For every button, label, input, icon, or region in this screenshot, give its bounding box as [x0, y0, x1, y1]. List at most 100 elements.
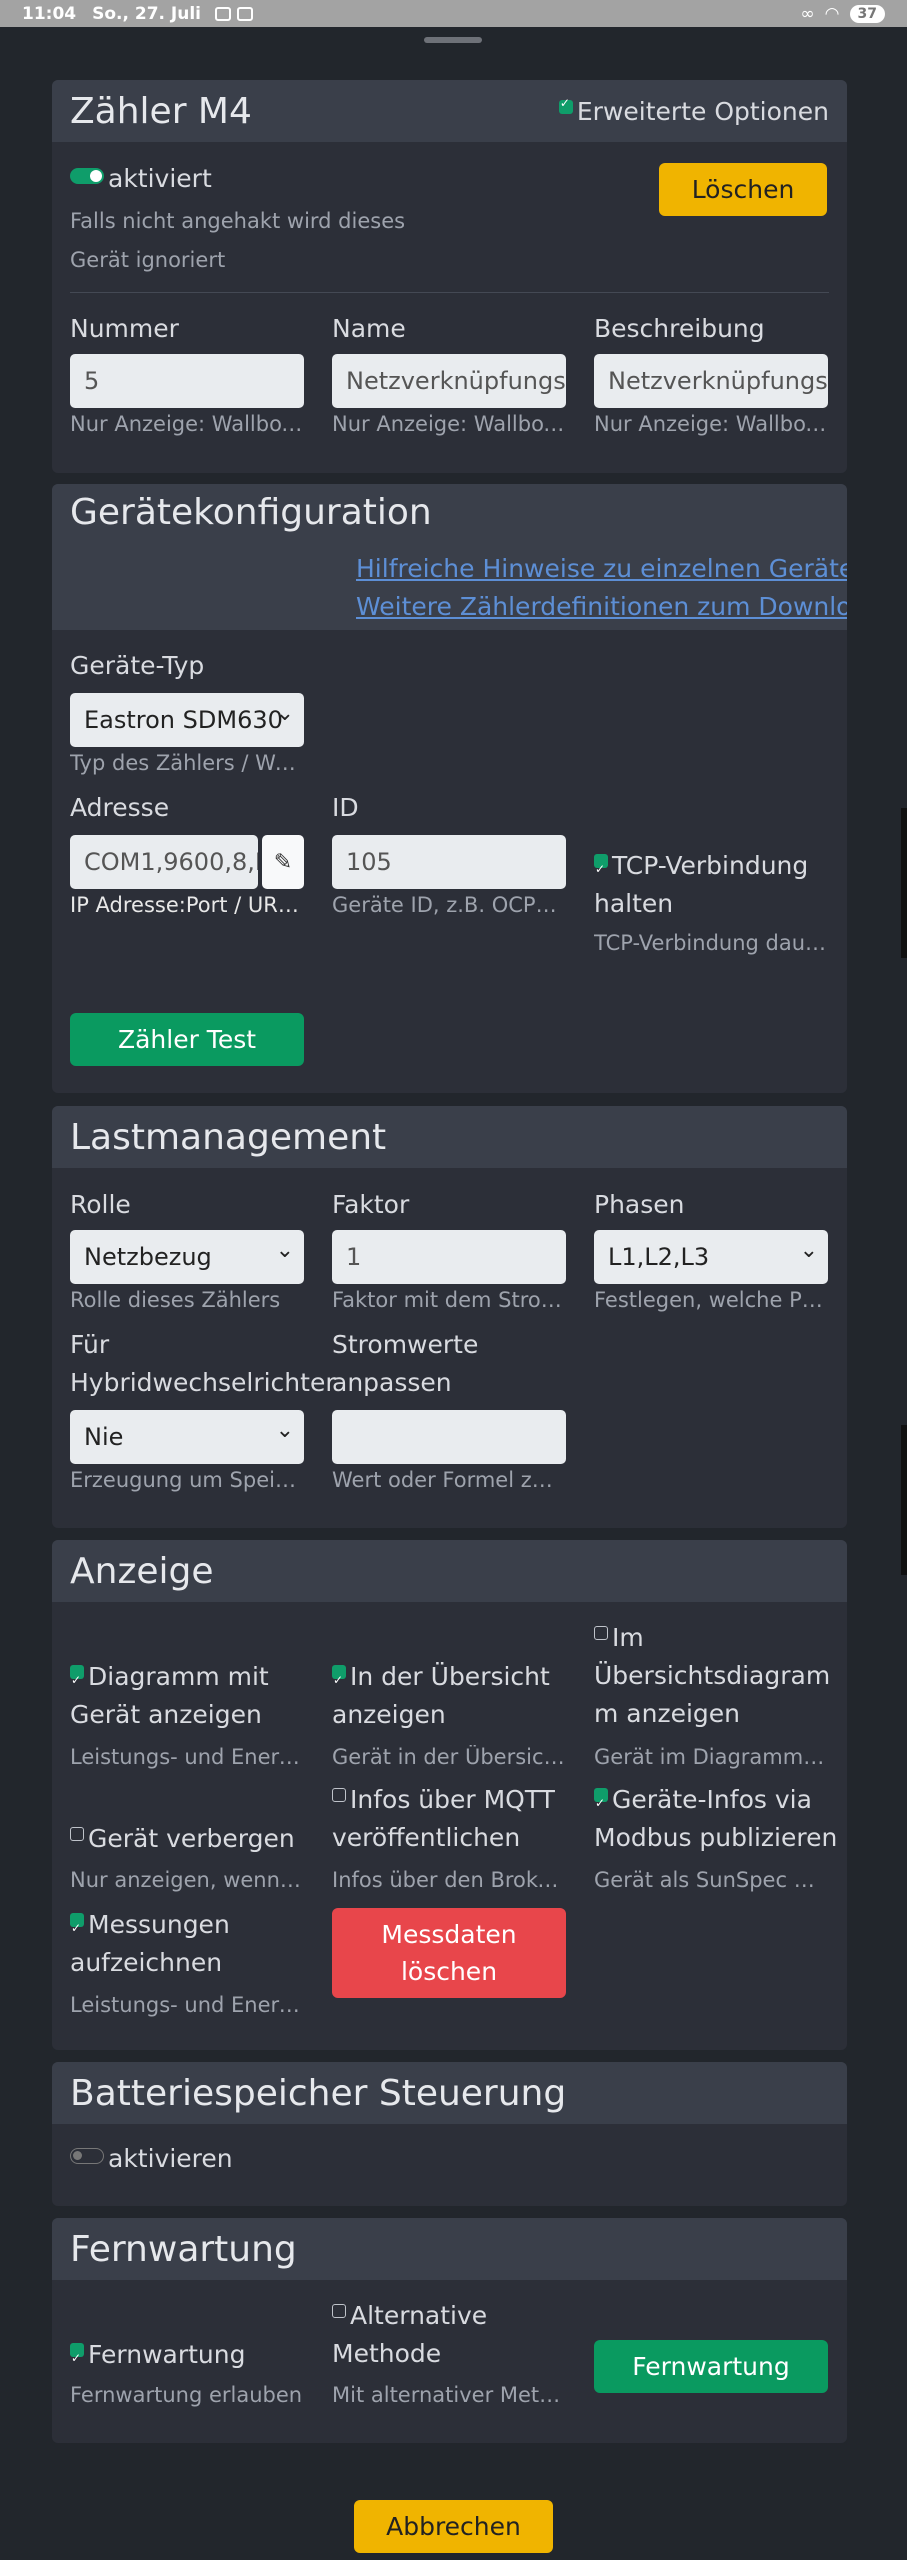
enabled-toggle[interactable]	[70, 168, 104, 184]
number-label: Nummer	[70, 314, 179, 343]
checkbox-icon	[332, 1788, 346, 1802]
adjust-current-hint: Wert oder Formel zur Anpassung	[332, 1468, 566, 1492]
sheet-drag-handle[interactable]	[424, 37, 482, 43]
id-label: ID	[332, 793, 359, 822]
device-config-header: Gerätekonfiguration Hilfreiche Hinweise …	[52, 484, 847, 630]
adjust-current-label: Stromwerte anpassen	[332, 1330, 479, 1397]
divider	[70, 292, 829, 293]
downloads-link[interactable]: Weitere Zählerdefinitionen zum Download	[356, 592, 847, 621]
display-card: Anzeige Diagramm mit Gerät anzeigen Leis…	[52, 1540, 847, 2050]
wifi-icon: ◠	[824, 3, 840, 24]
diagram-checkbox[interactable]: Diagramm mit Gerät anzeigen	[70, 1658, 269, 1734]
scroll-indicator	[901, 1425, 907, 1575]
name-label: Name	[332, 314, 406, 343]
remote-maintenance-checkbox[interactable]: Fernwartung	[70, 2336, 245, 2377]
phases-hint: Festlegen, welche Phasen genutzt werden	[594, 1288, 828, 1312]
checkbox-icon	[332, 1661, 346, 1699]
checkbox-icon	[70, 1827, 84, 1841]
counter-title: Zähler M4	[70, 90, 252, 132]
device-type-label: Geräte-Typ	[70, 651, 205, 680]
hints-link[interactable]: Hilfreiche Hinweise zu einzelnen Geräten	[356, 554, 847, 583]
load-management-card: Lastmanagement Rolle Netzbezug Rolle die…	[52, 1106, 847, 1528]
role-select[interactable]: Netzbezug	[70, 1230, 304, 1284]
alternative-method-hint: Mit alternativer Methode verbinden	[332, 2383, 566, 2407]
battery-storage-header: Batteriespeicher Steuerung	[52, 2062, 847, 2124]
counter-test-button[interactable]: Zähler Test	[70, 1013, 304, 1066]
factor-input[interactable]: 1	[332, 1230, 566, 1284]
checkbox-icon	[332, 2304, 346, 2318]
hide-device-checkbox[interactable]: Gerät verbergen	[70, 1820, 295, 1858]
device-type-select[interactable]: Eastron SDM630	[70, 693, 304, 747]
name-hint: Nur Anzeige: Wallbox Name	[332, 412, 566, 436]
checkbox-icon	[594, 850, 608, 888]
pencil-icon: ✎	[273, 849, 293, 875]
checkbox-icon	[594, 1626, 608, 1640]
cancel-button[interactable]: Abbrechen	[354, 2500, 553, 2553]
delete-button[interactable]: Löschen	[659, 163, 827, 216]
clock: 11:04	[22, 3, 77, 24]
device-type-hint: Typ des Zählers / Wechselrichters	[70, 751, 304, 775]
display-header: Anzeige	[52, 1540, 847, 1602]
advanced-options-checkbox[interactable]: Erweiterte Optionen	[558, 96, 829, 126]
number-input[interactable]: 5	[70, 354, 304, 408]
checkbox-icon	[70, 1909, 84, 1947]
battery-indicator: 37	[849, 4, 885, 23]
notification-icon	[237, 6, 253, 21]
delete-measurements-button[interactable]: Messdaten löschen	[332, 1908, 566, 1998]
remote-maintenance-button[interactable]: Fernwartung	[594, 2340, 828, 2393]
checkbox-icon	[594, 1784, 608, 1822]
device-config-card: Gerätekonfiguration Hilfreiche Hinweise …	[52, 484, 847, 1093]
checkbox-icon	[558, 96, 573, 114]
role-hint: Rolle dieses Zählers	[70, 1288, 281, 1312]
battery-storage-title: Batteriespeicher Steuerung	[70, 2072, 567, 2114]
modbus-checkbox[interactable]: Geräte-Infos via Modbus publizieren	[594, 1781, 837, 1857]
checkbox-icon	[70, 2339, 84, 2377]
overview-diagram-checkbox[interactable]: Im Übersichtsdiagram m anzeigen	[594, 1619, 830, 1733]
checkbox-icon	[70, 1661, 84, 1699]
record-measurements-hint: Leistungs- und Energiewerte speichern	[70, 1993, 304, 2017]
screenshot-icon	[215, 6, 231, 21]
description-hint: Nur Anzeige: Wallbox Beschreibung	[594, 412, 828, 436]
enabled-label: aktiviert	[108, 164, 212, 193]
mqtt-checkbox[interactable]: Infos über MQTT veröffentlichen	[332, 1781, 555, 1857]
display-title: Anzeige	[70, 1550, 214, 1592]
description-label: Beschreibung	[594, 314, 765, 343]
description-input[interactable]: Netzverknüpfungspunkt	[594, 354, 828, 408]
address-input[interactable]: COM1,9600,8,N,1	[70, 835, 258, 889]
address-hint: IP Adresse:Port / URL / COM	[70, 893, 304, 917]
battery-storage-card: Batteriespeicher Steuerung aktivieren	[52, 2062, 847, 2206]
diagram-hint: Leistungs- und Energiewerte im Diagramm	[70, 1745, 304, 1769]
address-label: Adresse	[70, 793, 170, 822]
id-input[interactable]: 105	[332, 835, 566, 889]
hybrid-hint: Erzeugung um Speicherladung korrigieren	[70, 1468, 304, 1492]
remote-maintenance-header: Fernwartung	[52, 2218, 847, 2280]
record-measurements-checkbox[interactable]: Messungen aufzeichnen	[70, 1906, 230, 1982]
battery-activate-toggle[interactable]	[70, 2148, 104, 2164]
hybrid-label: Für Hybridwechselrichter	[70, 1330, 336, 1397]
battery-activate-label: aktivieren	[108, 2144, 233, 2173]
mqtt-hint: Infos über den Broker senden	[332, 1868, 566, 1892]
modbus-hint: Gerät als SunSpec Modbus	[594, 1868, 828, 1892]
edit-address-button[interactable]: ✎	[262, 835, 304, 889]
tcp-keep-checkbox[interactable]: TCP-Verbindung halten	[594, 847, 808, 923]
counter-card-header: Zähler M4 Erweiterte Optionen	[52, 80, 847, 142]
hide-device-hint: Nur anzeigen, wenn aktiv	[70, 1868, 304, 1892]
enabled-hint: Gerät ignoriert	[70, 248, 226, 272]
overview-checkbox[interactable]: In der Übersicht anzeigen	[332, 1658, 550, 1734]
adjust-current-input[interactable]	[332, 1410, 566, 1464]
load-management-header: Lastmanagement	[52, 1106, 847, 1168]
remote-maintenance-title: Fernwartung	[70, 2228, 297, 2270]
status-bar: 11:04 So., 27. Juli ∞ ◠ 37	[0, 0, 907, 27]
id-hint: Geräte ID, z.B. OCPP port	[332, 893, 566, 917]
phases-select[interactable]: L1,L2,L3	[594, 1230, 828, 1284]
device-config-title: Gerätekonfiguration	[70, 492, 432, 533]
overview-hint: Gerät in der Übersicht anzeigen	[332, 1745, 566, 1769]
number-hint: Nur Anzeige: Wallbox-Nummer	[70, 412, 304, 436]
link-icon: ∞	[800, 3, 815, 24]
counter-card: Zähler M4 Erweiterte Optionen aktiviert …	[52, 80, 847, 473]
hybrid-select[interactable]: Nie	[70, 1410, 304, 1464]
name-input[interactable]: Netzverknüpfungspunkt	[332, 354, 566, 408]
load-management-title: Lastmanagement	[70, 1116, 387, 1158]
alternative-method-checkbox[interactable]: Alternative Methode	[332, 2297, 487, 2373]
phases-label: Phasen	[594, 1190, 685, 1219]
